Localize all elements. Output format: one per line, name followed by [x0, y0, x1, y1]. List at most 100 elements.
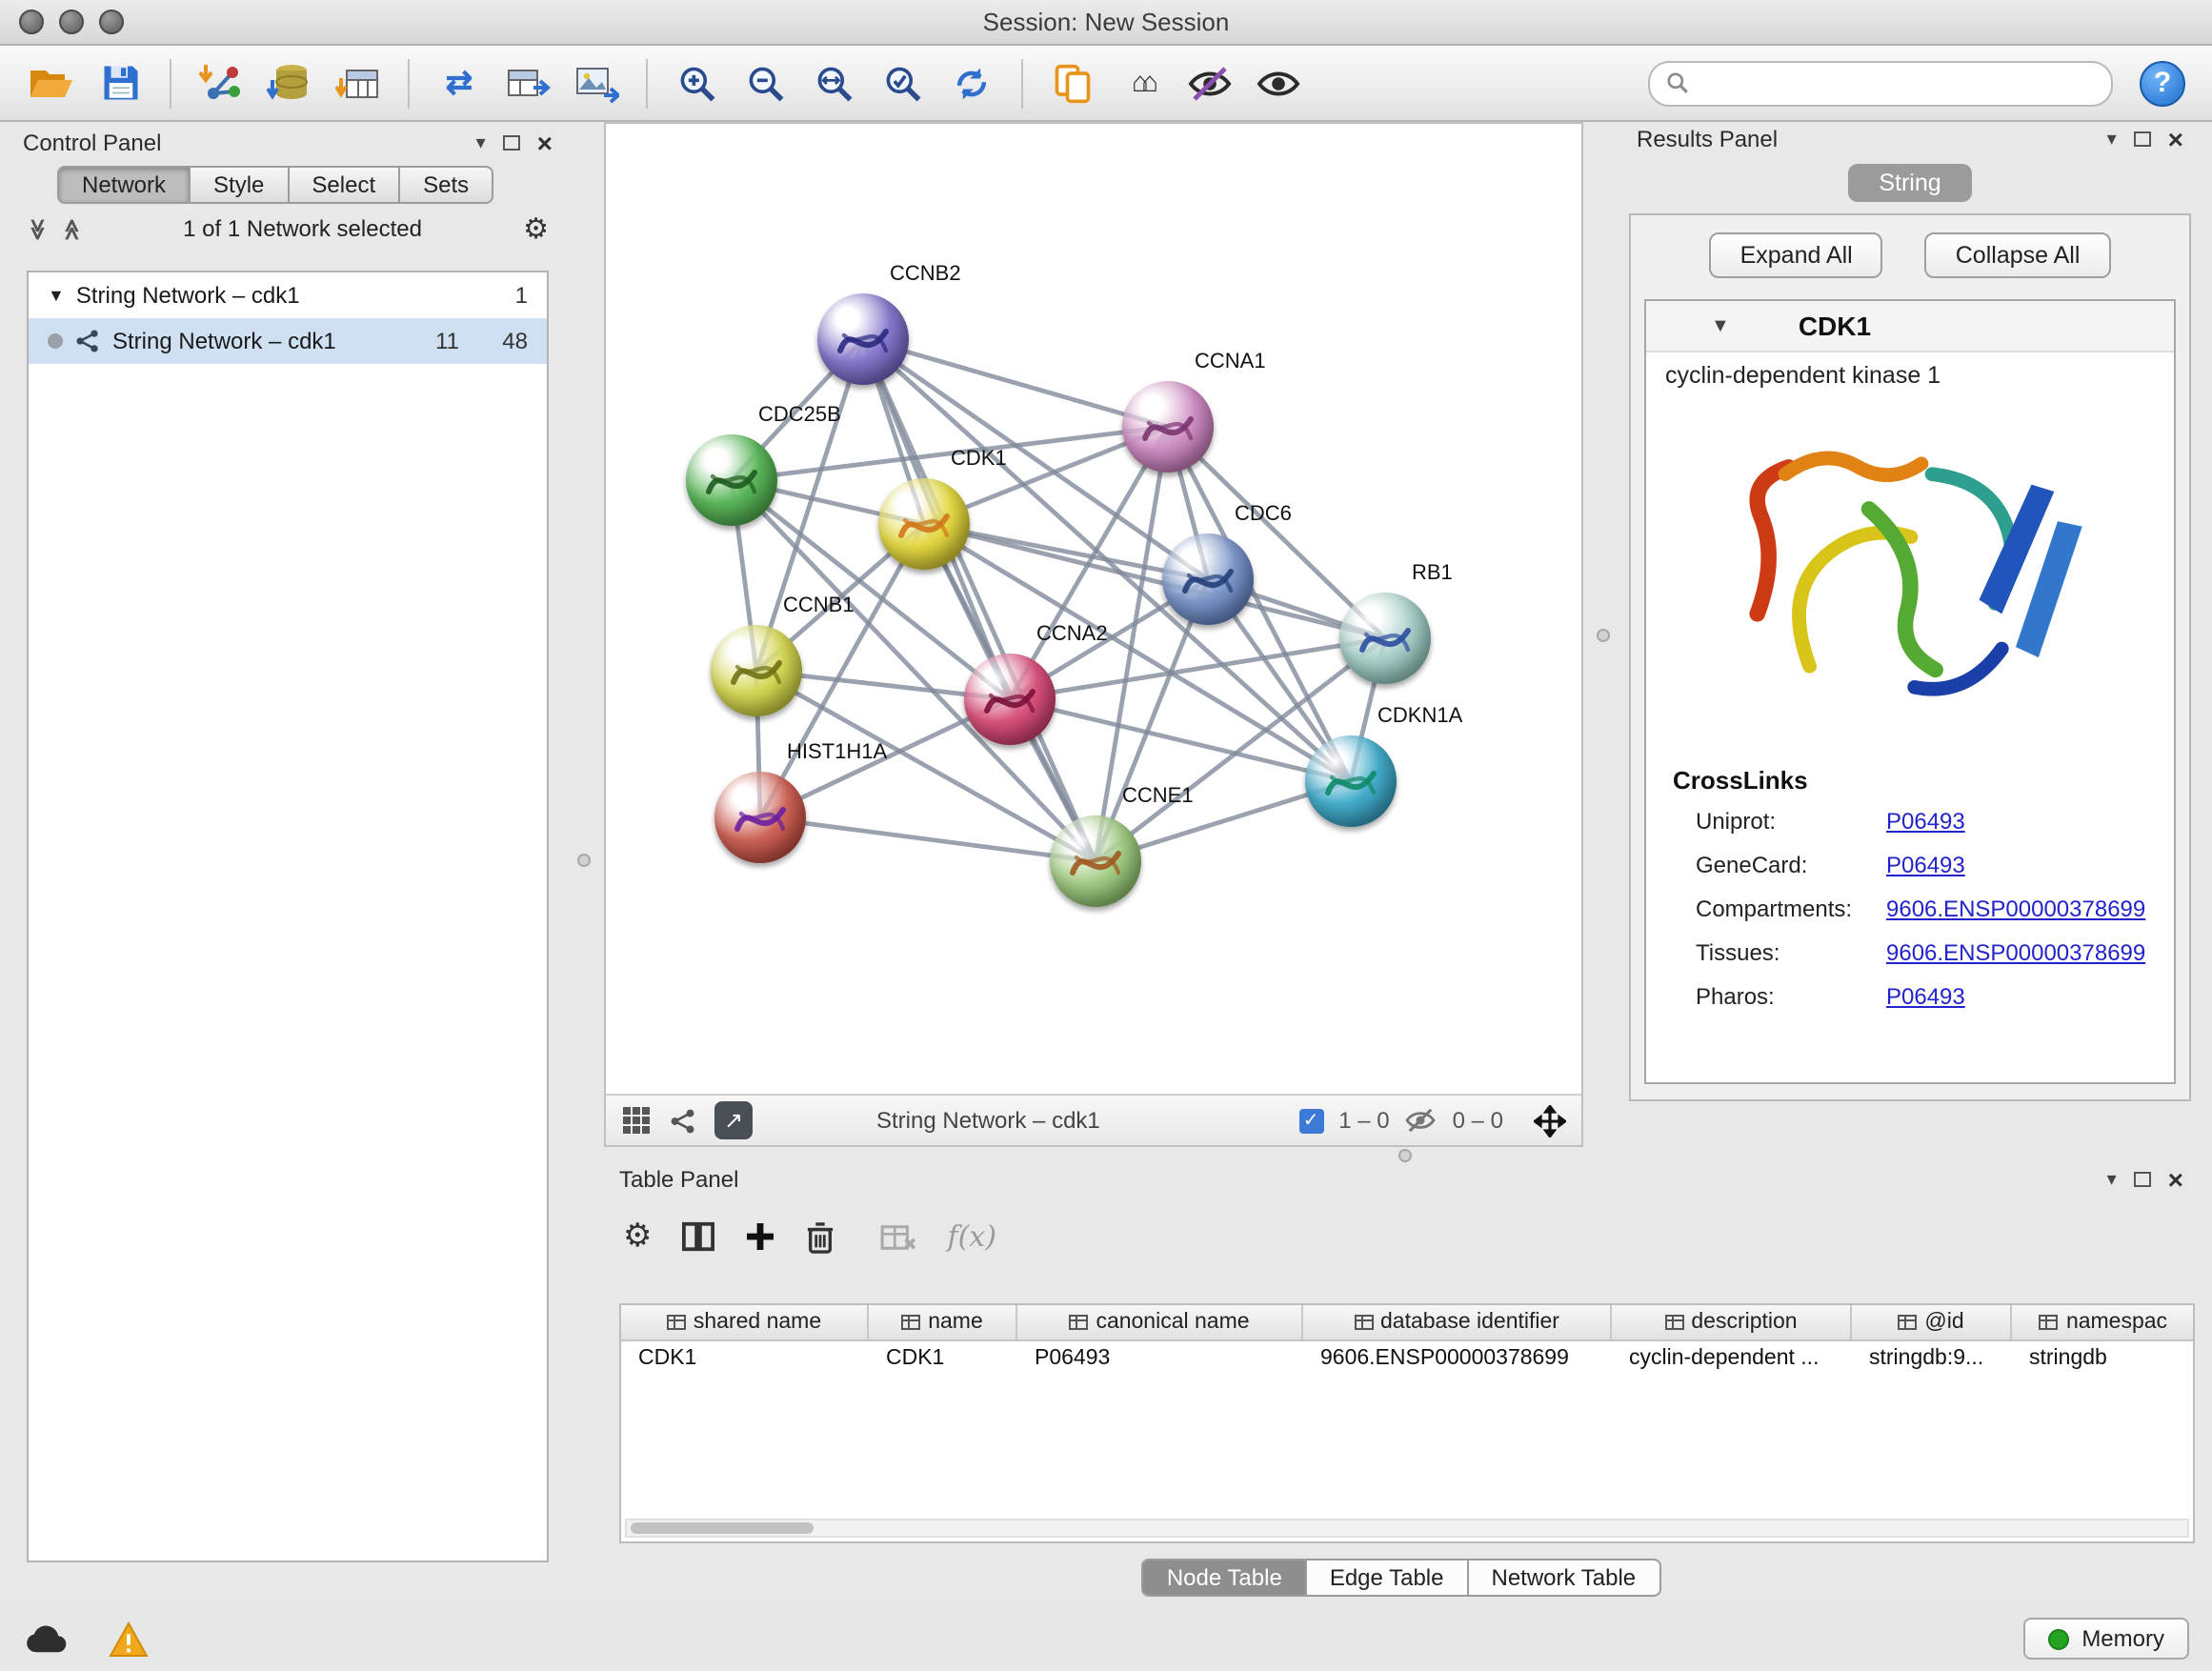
table-cell[interactable]: cyclin-dependent ...: [1612, 1341, 1852, 1376]
network-collection-row[interactable]: ▼ String Network – cdk1 1: [29, 272, 547, 318]
splitter-handle[interactable]: [577, 854, 591, 867]
splitter-handle[interactable]: [1398, 1149, 1412, 1162]
search-box[interactable]: [1648, 60, 2113, 106]
minimize-window-button[interactable]: [59, 10, 84, 34]
hide-selected-button[interactable]: [1177, 52, 1242, 113]
delete-trash-icon[interactable]: [807, 1220, 835, 1253]
export-table-button[interactable]: [495, 52, 560, 113]
network-node-CDC6[interactable]: [1162, 534, 1254, 625]
float-panel-icon[interactable]: [2134, 1172, 2151, 1187]
tab-node-table[interactable]: Node Table: [1142, 1559, 1307, 1597]
first-neighbors-button[interactable]: ⇄: [427, 52, 492, 113]
network-node-CDKN1A[interactable]: [1305, 735, 1397, 827]
search-input[interactable]: [1701, 68, 2096, 98]
tab-string[interactable]: String: [1848, 164, 1971, 202]
close-panel-icon[interactable]: ×: [2168, 130, 2183, 149]
zoom-selected-button[interactable]: [871, 52, 935, 113]
annotation-button[interactable]: [1040, 52, 1105, 113]
open-session-button[interactable]: [19, 52, 84, 113]
home-networks-button[interactable]: ⌂⌂: [1109, 52, 1174, 113]
expand-all-button[interactable]: Expand All: [1710, 232, 1883, 278]
float-panel-icon[interactable]: [2134, 131, 2151, 147]
share-view-icon[interactable]: [669, 1106, 697, 1135]
tab-edge-table[interactable]: Edge Table: [1307, 1559, 1469, 1597]
network-edge-CCNE1-HIST1H1A[interactable]: [760, 817, 1096, 861]
zoom-window-button[interactable]: [99, 10, 124, 34]
show-columns-icon[interactable]: [683, 1221, 715, 1252]
table-cell[interactable]: P06493: [1017, 1341, 1303, 1376]
tab-sets[interactable]: Sets: [400, 166, 493, 204]
table-cell[interactable]: stringdb:9...: [1852, 1341, 2012, 1376]
network-node-CCNB2[interactable]: [817, 293, 909, 385]
tab-select[interactable]: Select: [289, 166, 400, 204]
export-image-button[interactable]: [564, 52, 629, 113]
close-window-button[interactable]: [19, 10, 44, 34]
network-node-CCNA2[interactable]: [964, 654, 1056, 745]
network-node-CDK1[interactable]: [878, 478, 970, 570]
column-header-@id[interactable]: @id: [1852, 1305, 2012, 1339]
network-row[interactable]: String Network – cdk1 11 48: [29, 318, 547, 364]
show-all-button[interactable]: [1246, 52, 1311, 113]
column-header-canonical-name[interactable]: canonical name: [1017, 1305, 1303, 1339]
column-header-description[interactable]: description: [1612, 1305, 1852, 1339]
crosslink-link[interactable]: P06493: [1886, 982, 1965, 1009]
cloud-icon[interactable]: [23, 1622, 70, 1655]
import-database-button[interactable]: [257, 52, 322, 113]
cdk1-entry-header[interactable]: ▼ CDK1: [1646, 301, 2174, 352]
table-cell[interactable]: CDK1: [869, 1341, 1017, 1376]
save-session-button[interactable]: [88, 52, 152, 113]
crosslink-link[interactable]: 9606.ENSP00000378699: [1886, 895, 2145, 921]
column-header-name[interactable]: name: [869, 1305, 1017, 1339]
horizontal-scrollbar[interactable]: [625, 1519, 2189, 1538]
close-panel-icon[interactable]: ×: [2168, 1170, 2183, 1189]
collapse-all-icon[interactable]: ≫: [26, 217, 50, 239]
entry-disclosure-icon[interactable]: ▼: [1711, 315, 1730, 336]
splitter-handle[interactable]: [1597, 629, 1610, 642]
refresh-button[interactable]: [939, 52, 1004, 113]
zoom-fit-button[interactable]: [802, 52, 867, 113]
grid-view-icon[interactable]: [621, 1105, 652, 1136]
scrollbar-thumb[interactable]: [631, 1522, 814, 1534]
column-header-namespac[interactable]: namespac: [2012, 1305, 2195, 1339]
network-canvas[interactable]: CCNB2 CCNA1 CDC25B CDK1 CDC6 RB1 CCNB1 C…: [606, 124, 1581, 1094]
network-node-HIST1H1A[interactable]: [714, 772, 806, 863]
tab-style[interactable]: Style: [191, 166, 289, 204]
selected-checkbox-icon[interactable]: ✓: [1298, 1108, 1323, 1133]
crosslink-link[interactable]: P06493: [1886, 807, 1965, 834]
network-node-RB1[interactable]: [1339, 593, 1431, 684]
collection-disclosure-icon[interactable]: ▼: [48, 286, 65, 305]
crosslink-link[interactable]: 9606.ENSP00000378699: [1886, 938, 2145, 965]
network-node-CCNE1[interactable]: [1050, 815, 1141, 907]
birdseye-view-button[interactable]: ↗: [714, 1101, 753, 1139]
network-node-CCNB1[interactable]: [711, 625, 802, 716]
float-panel-icon[interactable]: [503, 135, 520, 151]
panel-menu-icon[interactable]: ▾: [2107, 129, 2117, 150]
expand-all-icon[interactable]: ≪: [59, 217, 84, 239]
table-cell[interactable]: CDK1: [621, 1341, 869, 1376]
panel-menu-icon[interactable]: ▾: [2107, 1169, 2117, 1190]
add-row-icon[interactable]: [746, 1221, 776, 1252]
column-header-shared-name[interactable]: shared name: [621, 1305, 869, 1339]
help-button[interactable]: ?: [2140, 60, 2185, 106]
network-options-gear-icon[interactable]: ⚙: [523, 211, 549, 246]
table-options-gear-icon[interactable]: ⚙: [623, 1218, 653, 1256]
pan-crosshair-icon[interactable]: [1534, 1104, 1566, 1137]
warning-icon[interactable]: [109, 1621, 149, 1657]
table-row[interactable]: CDK1CDK1P064939606.ENSP00000378699cyclin…: [621, 1341, 2193, 1376]
tab-network[interactable]: Network: [57, 166, 191, 204]
tab-network-table[interactable]: Network Table: [1469, 1559, 1661, 1597]
column-header-database-identifier[interactable]: database identifier: [1303, 1305, 1612, 1339]
table-cell[interactable]: 9606.ENSP00000378699: [1303, 1341, 1612, 1376]
zoom-out-button[interactable]: [734, 52, 798, 113]
memory-button[interactable]: Memory: [2022, 1618, 2189, 1660]
network-node-CCNA1[interactable]: [1122, 381, 1214, 473]
crosslink-link[interactable]: P06493: [1886, 851, 1965, 877]
network-node-CDC25B[interactable]: [686, 434, 777, 526]
zoom-in-button[interactable]: [665, 52, 730, 113]
panel-menu-icon[interactable]: ▾: [476, 132, 486, 153]
table-cell[interactable]: stringdb: [2012, 1341, 2195, 1376]
import-network-button[interactable]: [189, 52, 253, 113]
import-table-button[interactable]: [326, 52, 391, 113]
collapse-all-button[interactable]: Collapse All: [1925, 232, 2111, 278]
close-panel-icon[interactable]: ×: [537, 133, 553, 152]
